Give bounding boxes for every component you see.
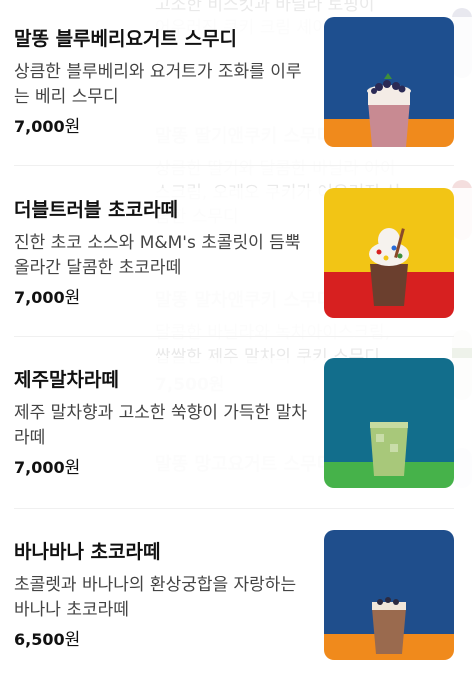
price-value: 6,500 <box>14 630 65 649</box>
menu-item-description: 진한 초코 소스와 M&M's 초콜릿이 듬뿍 올라간 달콤한 초코라떼 <box>14 233 301 278</box>
price-unit: 원 <box>64 288 81 308</box>
menu-item-description: 제주 말차향과 고소한 쑥향이 가득한 말차라떼 <box>14 403 307 448</box>
menu-item[interactable]: 말똥 블루베리요거트 스무디 상큼한 블루베리와 요거트가 조화를 이루는 베리… <box>0 17 472 177</box>
menu-item-name: 제주말차라떼 <box>14 369 119 391</box>
drink-photo <box>324 358 454 488</box>
menu-item-price: 7,000원 <box>14 116 80 138</box>
menu-item-image[interactable] <box>324 358 454 488</box>
divider <box>14 336 454 337</box>
menu-item[interactable]: 더블트러블 초코라떼 진한 초코 소스와 M&M's 초콜릿이 듬뿍 올라간 달… <box>0 188 472 348</box>
drink-photo <box>324 188 454 318</box>
divider <box>14 165 454 166</box>
menu-item-name: 바나바나 초코라떼 <box>14 541 161 563</box>
price-unit: 원 <box>64 630 81 650</box>
menu-item-price: 6,500원 <box>14 629 80 651</box>
menu-item-name: 더블트러블 초코라떼 <box>14 199 178 221</box>
menu-item[interactable]: 제주말차라떼 제주 말차향과 고소한 쑥향이 가득한 말차라떼 7,000원 <box>0 358 472 518</box>
menu-item-image[interactable] <box>324 188 454 318</box>
drink-photo <box>324 17 454 147</box>
menu-item-price: 7,000원 <box>14 287 80 309</box>
ghost-desc: 고소한 비스킷과 바닐라 토핑이 <box>155 0 375 15</box>
price-value: 7,000 <box>14 117 65 136</box>
price-value: 7,000 <box>14 458 65 477</box>
menu-item-name: 말똥 블루베리요거트 스무디 <box>14 28 237 50</box>
menu-item-image[interactable] <box>324 17 454 147</box>
price-unit: 원 <box>64 117 81 137</box>
price-unit: 원 <box>64 458 81 478</box>
menu-item[interactable]: 바나바나 초코라떼 초콜렛과 바나나의 환상궁합을 자랑하는 바나나 초코라떼 … <box>0 530 472 690</box>
menu-item-image[interactable] <box>324 530 454 660</box>
price-value: 7,000 <box>14 288 65 307</box>
menu-item-description: 초콜렛과 바나나의 환상궁합을 자랑하는 바나나 초코라떼 <box>14 575 297 620</box>
drink-photo <box>324 530 454 660</box>
divider <box>14 508 454 509</box>
menu-item-description: 상큼한 블루베리와 요거트가 조화를 이루는 베리 스무디 <box>14 62 302 107</box>
menu-item-price: 7,000원 <box>14 457 80 479</box>
